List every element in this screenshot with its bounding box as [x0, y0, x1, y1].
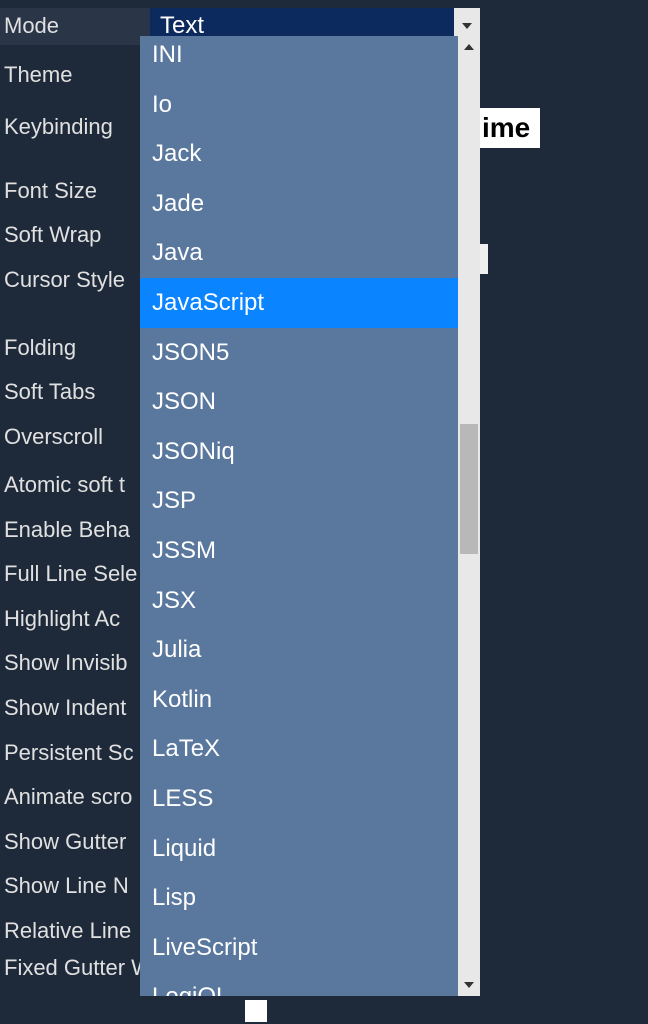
setting-label-cursorstyle: Cursor Style: [0, 266, 150, 295]
setting-label-fullline: Full Line Sele: [0, 560, 150, 589]
setting-label-atomic: Atomic soft t: [0, 471, 150, 500]
dropdown-item-io[interactable]: Io: [140, 80, 458, 130]
dropdown-item-liquid[interactable]: Liquid: [140, 824, 458, 874]
setting-label-animate: Animate scro: [0, 783, 150, 812]
dropdown-item-lisp[interactable]: Lisp: [140, 873, 458, 923]
dropdown-item-jack[interactable]: Jack: [140, 129, 458, 179]
dropdown-item-logiql[interactable]: LogiQL: [140, 972, 458, 996]
dropdown-item-less[interactable]: LESS: [140, 774, 458, 824]
dropdown-item-json[interactable]: JSON: [140, 377, 458, 427]
dropdown-item-julia[interactable]: Julia: [140, 625, 458, 675]
fixed-gutter-checkbox[interactable]: [245, 1000, 267, 1022]
dropdown-item-latex[interactable]: LaTeX: [140, 724, 458, 774]
dropdown-scrollbar[interactable]: [458, 36, 480, 996]
dropdown-item-jssm[interactable]: JSSM: [140, 526, 458, 576]
dropdown-item-kotlin[interactable]: Kotlin: [140, 675, 458, 725]
setting-label-behaviours: Enable Beha: [0, 516, 150, 545]
peek-keybinding-value: ime: [478, 108, 540, 148]
setting-label-gutter: Show Gutter: [0, 828, 150, 857]
setting-label-indent: Show Indent: [0, 694, 150, 723]
setting-label-softwrap: Soft Wrap: [0, 221, 150, 250]
setting-label-folding: Folding: [0, 334, 150, 363]
scroll-up-icon[interactable]: [458, 36, 480, 58]
setting-label-invisibles: Show Invisib: [0, 649, 150, 678]
dropdown-item-jsoniq[interactable]: JSONiq: [140, 427, 458, 477]
setting-label-fontsize: Font Size: [0, 177, 150, 206]
dropdown-item-jsx[interactable]: JSX: [140, 576, 458, 626]
setting-label-relative: Relative Line: [0, 917, 150, 946]
dropdown-item-ini[interactable]: INI: [140, 36, 458, 80]
setting-label-persistent: Persistent Sc: [0, 739, 150, 768]
setting-label-softtabs: Soft Tabs: [0, 378, 150, 407]
dropdown-item-json5[interactable]: JSON5: [140, 328, 458, 378]
dropdown-item-jsp[interactable]: JSP: [140, 476, 458, 526]
setting-label-mode: Mode: [0, 8, 150, 45]
setting-label-overscroll: Overscroll: [0, 423, 150, 452]
mode-dropdown-list: INIIoJackJadeJavaJavaScriptJSON5JSONJSON…: [140, 36, 480, 996]
dropdown-items-container: INIIoJackJadeJavaJavaScriptJSON5JSONJSON…: [140, 36, 458, 996]
dropdown-item-javascript[interactable]: JavaScript: [140, 278, 458, 328]
setting-label-highlight: Highlight Ac: [0, 605, 150, 634]
setting-label-linenum: Show Line N: [0, 872, 150, 901]
scroll-down-icon[interactable]: [458, 974, 480, 996]
dropdown-item-java[interactable]: Java: [140, 228, 458, 278]
dropdown-item-livescript[interactable]: LiveScript: [140, 923, 458, 973]
setting-label-theme: Theme: [0, 61, 150, 90]
scrollbar-thumb[interactable]: [460, 424, 478, 554]
dropdown-item-jade[interactable]: Jade: [140, 179, 458, 229]
setting-label-keybinding: Keybinding: [0, 113, 150, 142]
